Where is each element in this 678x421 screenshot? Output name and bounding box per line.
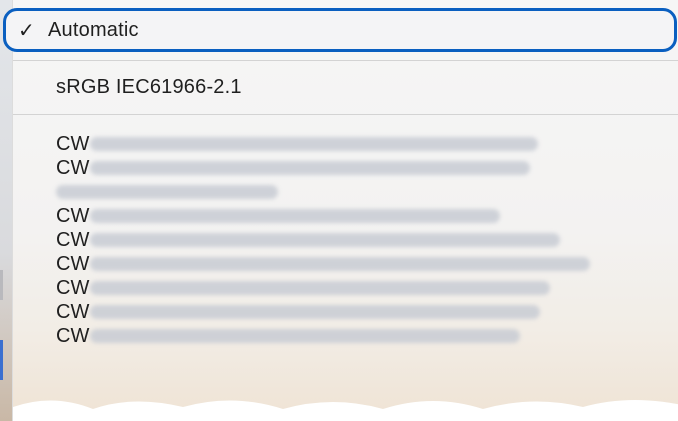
menu-item-automatic[interactable]: ✓ Automatic	[3, 8, 677, 52]
menu-item-profile[interactable]: CW	[56, 300, 678, 324]
background-selection-marker	[0, 340, 3, 380]
profile-prefix: CW	[56, 277, 90, 299]
color-profile-menu: ✓ Automatic sRGB IEC61966-2.1 CW CW CW CW CW…	[3, 0, 678, 421]
background-marker	[0, 270, 3, 300]
menu-item-profile[interactable]: CW	[56, 228, 678, 252]
menu-item-profile[interactable]: CW	[56, 204, 678, 228]
background-window-edge	[0, 0, 12, 421]
profile-prefix: CW	[56, 157, 90, 179]
menu-item-label: sRGB IEC61966-2.1	[56, 76, 242, 98]
profile-prefix: CW	[56, 205, 90, 227]
profile-prefix: CW	[56, 325, 90, 347]
redacted-profile-name	[90, 257, 590, 271]
redacted-profile-name	[90, 281, 550, 295]
torn-edge-overlay	[13, 400, 678, 421]
redacted-profile-name	[90, 233, 560, 247]
redacted-profile-name	[90, 305, 540, 319]
menu-item-profile[interactable]: CW	[56, 132, 678, 156]
checkmark-icon: ✓	[18, 19, 35, 42]
menu-item-profile[interactable]: CW	[56, 276, 678, 300]
menu-item-srgb[interactable]: sRGB IEC61966-2.1	[56, 76, 678, 99]
profile-prefix: CW	[56, 301, 90, 323]
redacted-profile-name	[90, 209, 500, 223]
profile-prefix: CW	[56, 133, 90, 155]
profile-prefix: CW	[56, 229, 90, 251]
menu-item-profile[interactable]: CW	[56, 156, 678, 180]
menu-separator	[13, 60, 678, 61]
menu-item-profile[interactable]: CW	[56, 252, 678, 276]
printer-profile-list: CW CW CW CW CW CW CW CW	[56, 132, 678, 348]
menu-item-profile[interactable]: CW	[56, 324, 678, 348]
menu-separator	[13, 114, 678, 115]
menu-item-label: Automatic	[48, 18, 139, 41]
redacted-profile-name	[90, 161, 530, 175]
redacted-profile-name	[56, 185, 278, 199]
redacted-profile-name	[90, 329, 520, 343]
menu-item-profile[interactable]	[56, 180, 678, 204]
profile-prefix: CW	[56, 253, 90, 275]
redacted-profile-name	[90, 137, 538, 151]
